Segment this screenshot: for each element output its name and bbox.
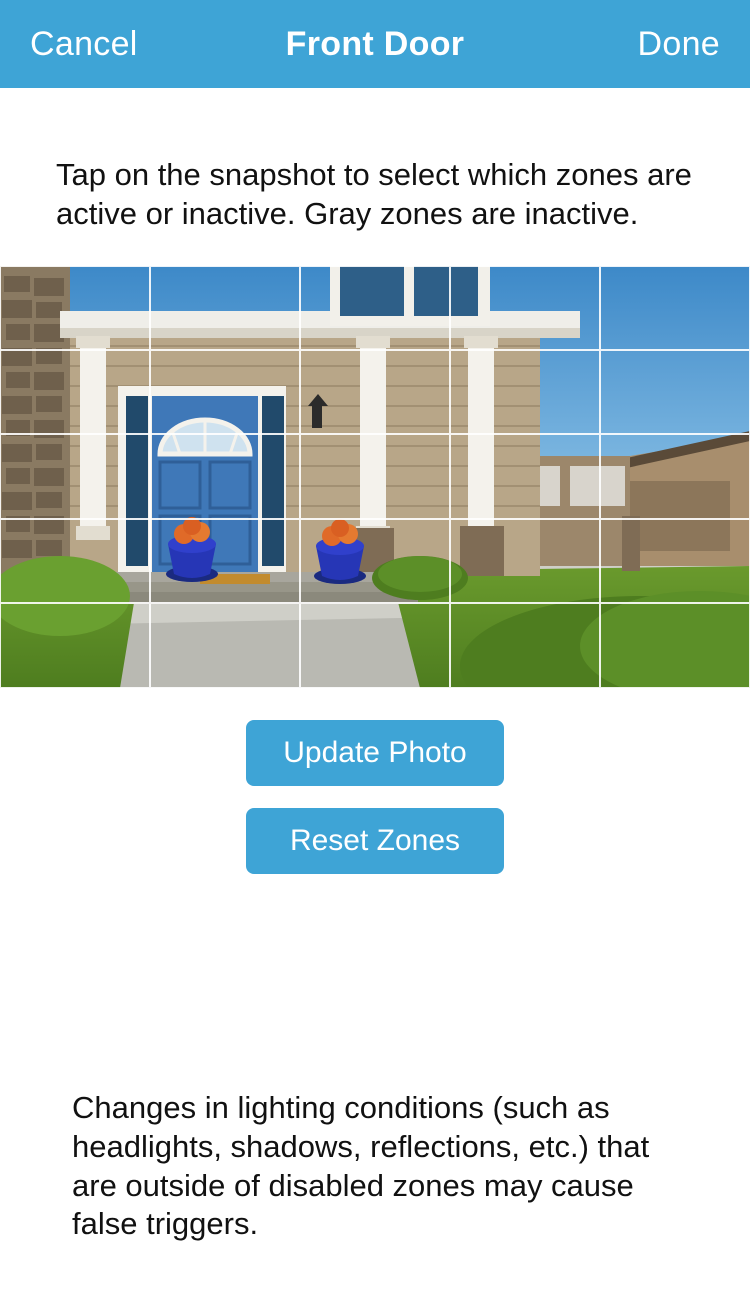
zone-cell[interactable]	[0, 350, 150, 434]
zone-cell[interactable]	[300, 519, 450, 603]
zone-cell[interactable]	[600, 434, 750, 518]
zone-cell[interactable]	[300, 603, 450, 687]
zone-cell[interactable]	[150, 603, 300, 687]
done-button[interactable]: Done	[638, 25, 720, 64]
zone-cell[interactable]	[150, 519, 300, 603]
navbar: Cancel Front Door Done	[0, 0, 750, 88]
zone-cell[interactable]	[450, 266, 600, 350]
reset-zones-button[interactable]: Reset Zones	[246, 808, 504, 874]
zone-cell[interactable]	[150, 434, 300, 518]
zone-cell[interactable]	[0, 519, 150, 603]
footer-note: Changes in lighting conditions (such as …	[0, 1089, 750, 1244]
instructions-text: Tap on the snapshot to select which zone…	[0, 88, 750, 266]
zone-cell[interactable]	[150, 266, 300, 350]
zone-cell[interactable]	[300, 350, 450, 434]
zone-cell[interactable]	[450, 350, 600, 434]
zone-cell[interactable]	[0, 434, 150, 518]
zone-cell[interactable]	[0, 603, 150, 687]
zone-cell[interactable]	[300, 266, 450, 350]
action-buttons: Update Photo Reset Zones	[0, 688, 750, 874]
zone-cell[interactable]	[450, 603, 600, 687]
zone-grid	[0, 266, 750, 688]
zone-cell[interactable]	[0, 266, 150, 350]
camera-snapshot[interactable]	[0, 266, 750, 688]
update-photo-button[interactable]: Update Photo	[246, 720, 504, 786]
zone-cell[interactable]	[600, 266, 750, 350]
zone-cell[interactable]	[450, 519, 600, 603]
zone-cell[interactable]	[600, 350, 750, 434]
zone-cell[interactable]	[600, 603, 750, 687]
zone-cell[interactable]	[450, 434, 600, 518]
zone-cell[interactable]	[300, 434, 450, 518]
cancel-button[interactable]: Cancel	[30, 25, 138, 64]
zone-cell[interactable]	[150, 350, 300, 434]
zone-cell[interactable]	[600, 519, 750, 603]
